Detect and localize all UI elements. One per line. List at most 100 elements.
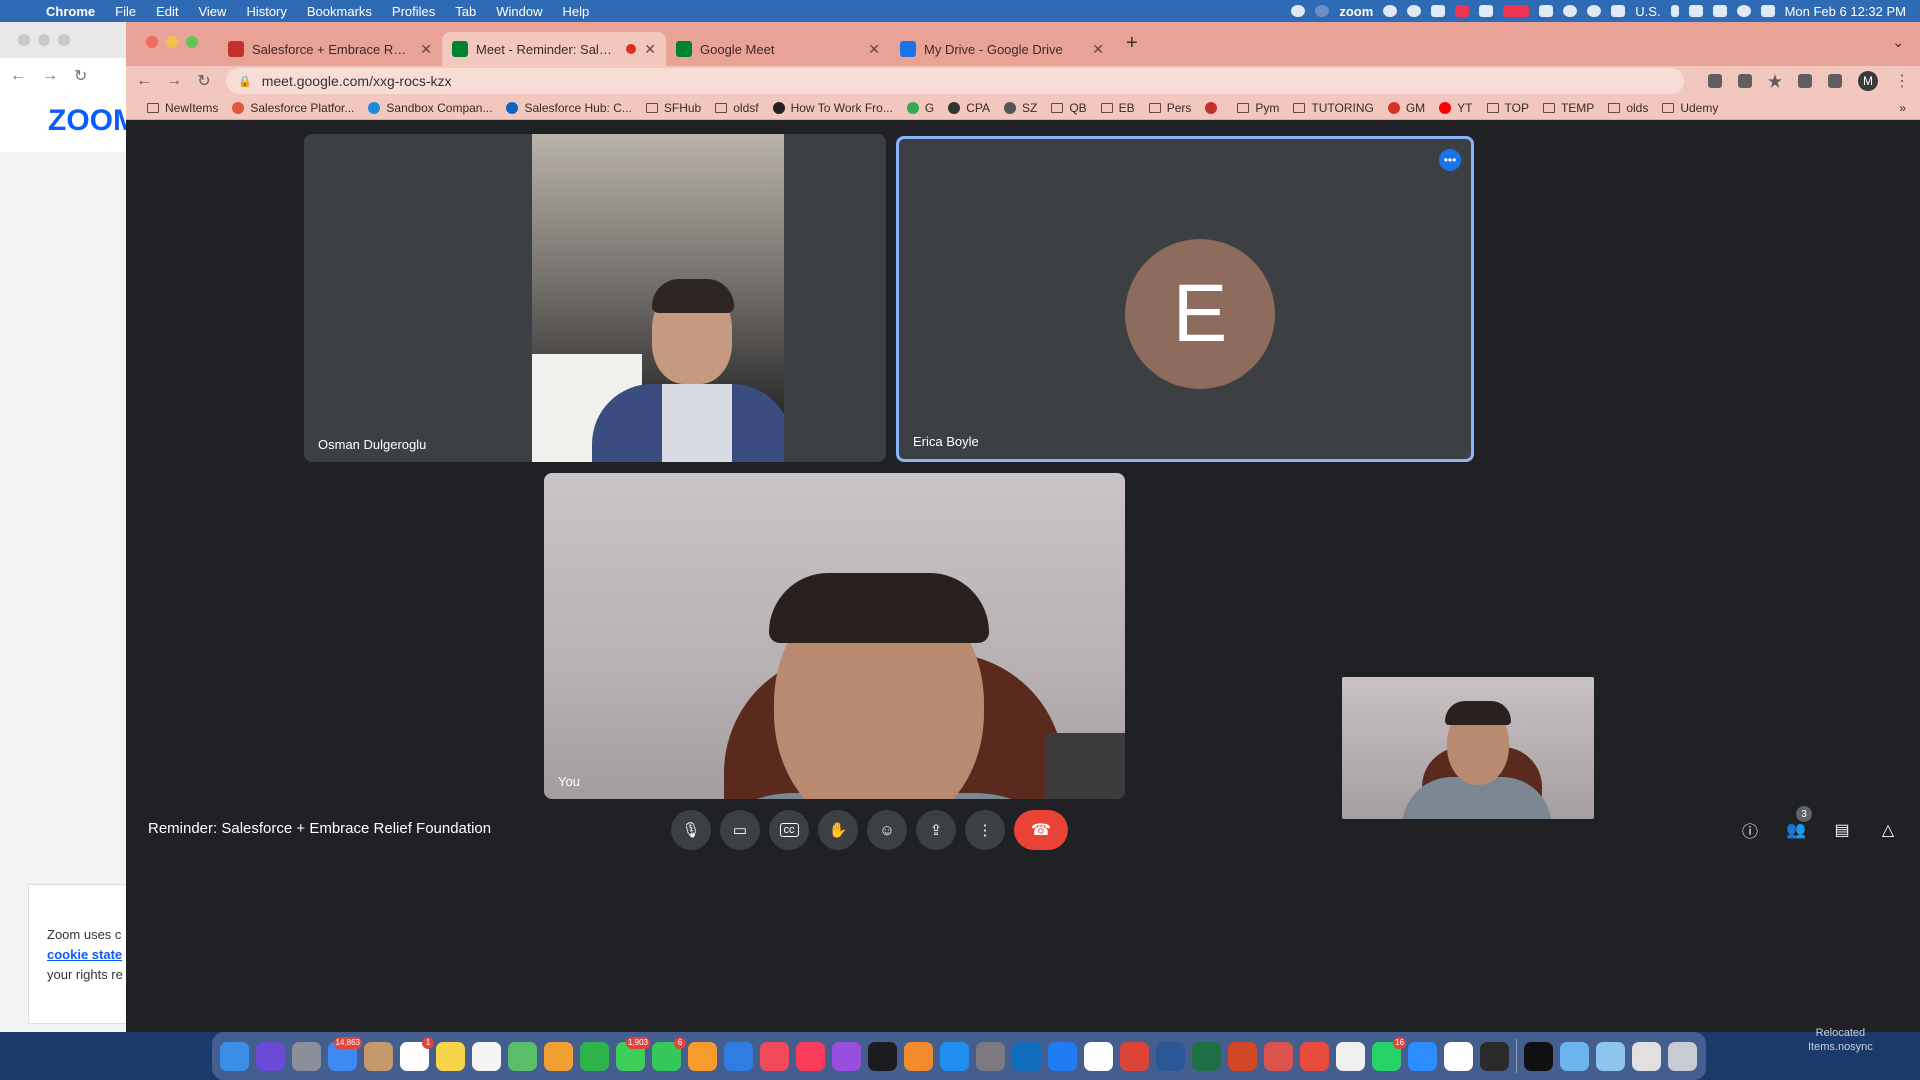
desktop-folder-label[interactable]: Relocated Items.nosync [1808,1026,1873,1054]
bookmarks-overflow-icon[interactable]: » [1899,101,1920,115]
chrome-menu-icon[interactable]: ⋮ [1894,71,1910,91]
airplay-status-icon[interactable] [1539,5,1554,17]
chat-button[interactable]: ▤ [1830,818,1854,842]
textedit-dock-icon[interactable] [1336,1041,1365,1071]
system-preferences-dock-icon[interactable] [976,1041,1005,1071]
self-view-thumbnail[interactable] [1342,677,1594,819]
menu-app-name[interactable]: Chrome [36,4,105,19]
moon-icon[interactable] [1587,5,1602,17]
podcasts-dock-icon[interactable] [832,1041,861,1071]
minus-status-icon[interactable] [1407,5,1422,17]
bookmark-item[interactable] [1198,101,1230,114]
more-options-button[interactable]: ⋮ [965,810,1005,850]
close-tab-icon[interactable]: ✕ [868,41,880,58]
participant-tile-osman[interactable]: Osman Dulgeroglu [304,134,886,462]
tv-dock-icon[interactable] [868,1041,897,1071]
display-status-icon[interactable] [1503,5,1530,17]
whatsapp-dock-icon[interactable]: 16 [1372,1036,1406,1071]
tab-google-meet[interactable]: Google Meet ✕ [666,32,890,66]
bookmark-item[interactable]: YT [1432,101,1479,115]
back-arrow-icon[interactable]: ← [10,67,26,85]
present-button[interactable]: ⇪ [916,810,956,850]
bookmark-item[interactable]: SZ [997,101,1044,115]
screen-mirroring-icon[interactable] [1688,5,1703,17]
mail-dock-icon[interactable]: 14,863 [328,1036,362,1071]
lock-icon[interactable]: 🔒 [238,75,252,88]
menu-window[interactable]: Window [486,4,552,19]
music-dock-icon[interactable] [796,1041,825,1071]
finder-dock-icon[interactable] [220,1041,249,1071]
volume-icon[interactable] [1611,5,1626,17]
slack-dock-icon[interactable] [1084,1041,1113,1071]
bookmark-item[interactable]: TUTORING [1286,101,1380,115]
folder-downloads-dock-icon[interactable] [1560,1041,1589,1071]
captions-button[interactable]: cc [769,810,809,850]
bookmark-item[interactable]: Pym [1230,101,1286,115]
folder-stack-dock-icon[interactable] [1596,1041,1625,1071]
url-text[interactable]: meet.google.com/xxg-rocs-kzx [262,73,452,89]
messenger-dock-icon[interactable] [1048,1041,1077,1071]
shield-status-icon[interactable] [1431,5,1446,17]
menu-help[interactable]: Help [553,4,600,19]
menu-bookmarks[interactable]: Bookmarks [297,4,382,19]
books-dock-icon[interactable] [904,1041,933,1071]
tab-meet-reminder[interactable]: Meet - Reminder: Salesforce ✕ [442,32,666,66]
app-dark-dock-icon[interactable] [1480,1041,1509,1071]
notes-dock-icon[interactable] [436,1041,465,1071]
input-source-label[interactable]: U.S. [1635,4,1660,19]
more-options-icon[interactable]: ••• [1439,149,1461,171]
siri-dock-icon[interactable] [256,1041,285,1071]
menu-history[interactable]: History [236,4,296,19]
app-store-dock-icon[interactable] [940,1041,969,1071]
forward-arrow-icon[interactable]: → [166,72,182,90]
profile-avatar[interactable]: M [1858,71,1878,91]
cookie-statement-link[interactable]: cookie state [47,945,137,965]
help-status-icon[interactable] [1383,5,1398,17]
tab-google-drive[interactable]: My Drive - Google Drive ✕ [890,32,1114,66]
activities-button[interactable]: △ [1876,818,1900,842]
microphone-button[interactable]: 🎙 [671,810,711,850]
remote-desktop-dock-icon[interactable] [1264,1041,1293,1071]
bookmark-item[interactable]: oldsf [708,101,765,115]
record-status-icon[interactable] [1291,5,1306,17]
bookmark-item[interactable]: QB [1044,101,1093,115]
photos-dock-icon[interactable] [544,1041,573,1071]
outlook-dock-icon[interactable] [1012,1041,1041,1071]
bookmark-item[interactable]: Salesforce Hub: C... [499,101,638,115]
meeting-details-button[interactable]: ⓘ [1738,818,1762,842]
tab-salesforce[interactable]: Salesforce + Embrace Relief Fo ✕ [218,32,442,66]
menu-edit[interactable]: Edit [146,4,188,19]
reload-icon[interactable]: ↻ [74,66,87,86]
launchpad-dock-icon[interactable] [292,1041,321,1071]
bookmark-item[interactable]: GM [1381,101,1432,115]
tab-search-chevron-icon[interactable]: ⌄ [1892,34,1904,51]
tools-status-icon[interactable] [1479,5,1494,17]
reload-icon[interactable]: ↻ [196,71,212,91]
numbers-dock-icon[interactable] [580,1041,609,1071]
bookmark-item[interactable]: CPA [941,101,997,115]
menu-tab[interactable]: Tab [445,4,486,19]
maximize-window-light[interactable] [186,36,198,48]
close-tab-icon[interactable]: ✕ [420,41,432,58]
leave-call-button[interactable]: ☎ [1014,810,1068,850]
participant-tile-you[interactable]: You [544,473,1125,799]
forward-arrow-icon[interactable]: → [42,67,58,85]
bookmark-item[interactable]: SFHub [639,101,708,115]
people-button[interactable]: 👥 3 [1784,806,1812,842]
raise-hand-button[interactable]: ✋ [818,810,858,850]
bluetooth-icon[interactable] [1670,5,1679,17]
bookmark-item[interactable]: olds [1601,101,1655,115]
bookmark-item[interactable]: EB [1094,101,1142,115]
menu-file[interactable]: File [105,4,146,19]
bookmark-item[interactable]: G [900,101,941,115]
facetime-dock-icon[interactable]: 6 [652,1036,686,1071]
camera-in-use-icon[interactable] [1708,74,1722,88]
bookmark-item[interactable]: Udemy [1655,101,1725,115]
eject-icon[interactable] [1712,5,1727,17]
menu-clock[interactable]: Mon Feb 6 12:32 PM [1785,4,1906,19]
spotlight-search-icon[interactable] [1736,5,1751,17]
participant-tile-erica[interactable]: ••• E Erica Boyle [896,136,1474,462]
app-multicolor-dock-icon[interactable] [1444,1041,1473,1071]
bookmark-star-icon[interactable] [1768,74,1782,88]
excel-dock-icon[interactable] [1192,1041,1221,1071]
